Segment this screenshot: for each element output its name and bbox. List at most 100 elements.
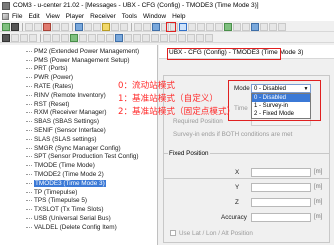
annotation-mode-2: 2：基准站模式（固定点模式） <box>118 107 236 117</box>
dgps-icon[interactable] <box>79 33 87 42</box>
nmea-icon[interactable] <box>11 33 19 42</box>
more-icon[interactable] <box>278 22 286 31</box>
tree-item[interactable]: TP (Timepulse) <box>0 188 77 197</box>
use-lla-label: Use Lat / Lon / Alt Position <box>179 230 253 237</box>
deviation-map-icon[interactable] <box>251 22 259 31</box>
agps-icon[interactable] <box>88 33 96 42</box>
config-icon[interactable] <box>142 33 150 42</box>
menu-bar: File Edit View Player Receiver Tools Win… <box>0 11 334 21</box>
clock-icon[interactable] <box>102 22 110 31</box>
tree-item-selected[interactable]: TMODE3 (Time Mode 3) <box>0 179 106 188</box>
forward-icon[interactable] <box>120 22 128 31</box>
tree-item[interactable]: USB (Universal Serial Bus) <box>0 214 111 223</box>
text-console-icon[interactable] <box>188 22 196 31</box>
connect-icon[interactable] <box>2 22 10 31</box>
secondary-toolbar <box>0 33 334 43</box>
pause-icon[interactable] <box>84 22 92 31</box>
histogram-icon[interactable] <box>242 22 250 31</box>
ubx-icon[interactable] <box>2 33 10 42</box>
menu-player[interactable]: Player <box>66 13 84 20</box>
tree-item[interactable]: TMODE (Time Mode) <box>0 161 95 170</box>
menu-help[interactable]: Help <box>172 13 185 20</box>
pause2-icon[interactable] <box>61 33 69 42</box>
y-field[interactable] <box>251 183 311 192</box>
settings-icon[interactable] <box>143 22 151 31</box>
stop-icon[interactable] <box>61 22 69 31</box>
warn-icon[interactable] <box>160 33 168 42</box>
tree-item[interactable]: SLAS (SLAS settings) <box>0 135 97 144</box>
tree-item[interactable]: TXSLOT (Tx Time Slots) <box>0 205 103 214</box>
z-field[interactable] <box>251 198 311 207</box>
tree-item[interactable]: RATE (Rates) <box>0 82 73 91</box>
help-icon[interactable] <box>205 33 213 42</box>
messages-view-icon[interactable] <box>179 22 187 31</box>
sat-icon[interactable] <box>97 33 105 42</box>
update-icon[interactable] <box>133 33 141 42</box>
zoom-icon[interactable] <box>134 22 142 31</box>
fixed-position-title: Fixed Position <box>168 150 210 157</box>
port-icon[interactable] <box>11 22 19 31</box>
download-icon[interactable] <box>124 33 132 42</box>
menu-receiver[interactable]: Receiver <box>90 13 116 20</box>
baud-icon[interactable] <box>29 33 37 42</box>
app-icon <box>2 1 10 10</box>
filter-icon[interactable] <box>178 33 186 42</box>
tree-item[interactable]: TPS (Timepulse 5) <box>0 197 87 206</box>
menu-file[interactable]: File <box>12 13 22 20</box>
play2-icon[interactable] <box>52 33 60 42</box>
reset-icon[interactable] <box>106 33 114 42</box>
messages-view-highlight <box>166 22 176 32</box>
step-icon[interactable] <box>93 22 101 31</box>
tree-item[interactable]: SPT (Sensor Production Test Config) <box>0 153 139 162</box>
search-icon[interactable] <box>196 33 204 42</box>
upload-icon[interactable] <box>115 33 123 42</box>
save-icon[interactable] <box>34 22 42 31</box>
sky-view-icon[interactable] <box>233 22 241 31</box>
autobaud-icon[interactable] <box>20 33 28 42</box>
tree-item[interactable]: RST (Reset) <box>0 100 69 109</box>
camera-icon[interactable] <box>260 22 268 31</box>
fix-icon[interactable] <box>70 33 78 42</box>
use-lla-checkbox[interactable] <box>170 230 176 236</box>
tree-item[interactable]: SENIF (Sensor Interface) <box>0 126 106 135</box>
list-icon[interactable] <box>169 33 177 42</box>
tree-item[interactable]: SMGR (Sync Manager Config) <box>0 144 121 153</box>
rewind-icon[interactable] <box>111 22 119 31</box>
menu-view[interactable]: View <box>46 13 60 20</box>
accuracy-unit: [m] <box>314 214 323 220</box>
rec-icon[interactable] <box>43 33 51 42</box>
globe-icon[interactable] <box>152 22 160 31</box>
message-tree[interactable]: PM2 (Extended Power Management) PMS (Pow… <box>0 45 158 245</box>
play-icon[interactable] <box>52 22 60 31</box>
binary-console-icon[interactable] <box>206 22 214 31</box>
record-icon[interactable] <box>43 22 51 31</box>
map-view-icon[interactable] <box>224 22 232 31</box>
accuracy-field[interactable] <box>251 213 311 222</box>
tree-item[interactable]: PM2 (Extended Power Management) <box>0 47 139 56</box>
annotation-mode-1: 1：基准站模式（自定义） <box>118 94 218 104</box>
document-icon[interactable] <box>2 12 9 20</box>
menu-edit[interactable]: Edit <box>28 13 39 20</box>
lock-icon[interactable] <box>187 33 195 42</box>
x-field[interactable] <box>251 168 311 177</box>
open-icon[interactable] <box>25 22 33 31</box>
info-icon[interactable] <box>151 33 159 42</box>
tree-item[interactable]: VALDEL (Delete Config Item) <box>0 223 117 232</box>
tree-item[interactable]: RINV (Remote Inventory) <box>0 91 106 100</box>
survey-hint: Survey-in ends if BOTH conditions are me… <box>173 131 293 138</box>
tree-item[interactable]: PRT (Ports) <box>0 65 68 74</box>
docking-icon[interactable] <box>269 22 277 31</box>
y-label: Y <box>235 184 240 191</box>
tree-item[interactable]: RXM (Receiver Manager) <box>0 109 106 118</box>
accuracy-label: Accuracy <box>221 214 247 221</box>
poll-icon[interactable] <box>75 22 83 31</box>
tree-item[interactable]: SBAS (SBAS Settings) <box>0 117 99 126</box>
menu-window[interactable]: Window <box>143 13 166 20</box>
tree-item[interactable]: PWR (Power) <box>0 73 73 82</box>
annotation-mode-0: 0：流动站模式 <box>118 81 176 91</box>
table-view-icon[interactable] <box>215 22 223 31</box>
menu-tools[interactable]: Tools <box>122 13 137 20</box>
tree-item[interactable]: TMODE2 (Time Mode 2) <box>0 170 104 179</box>
tree-item[interactable]: PMS (Power Management Setup) <box>0 56 130 65</box>
packet-console-icon[interactable] <box>197 22 205 31</box>
